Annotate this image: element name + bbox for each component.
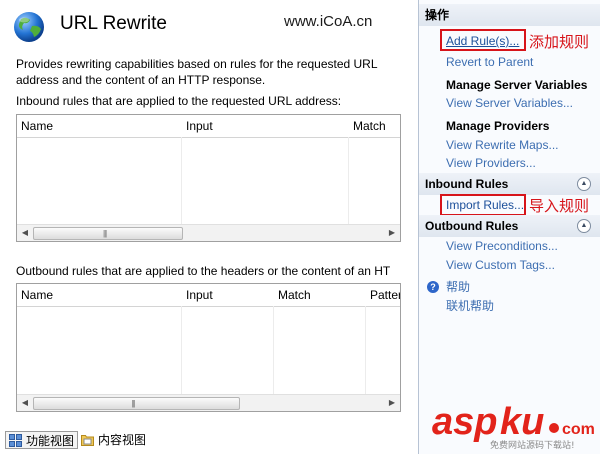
collapse-up-icon[interactable]: ▲	[577, 219, 591, 233]
svg-text:ku: ku	[500, 401, 544, 443]
view-server-variables-link[interactable]: View Server Variables...	[446, 95, 573, 111]
svg-text:asp: asp	[432, 401, 497, 443]
column-divider	[348, 137, 349, 225]
outbound-list-header: Name Input Match Patter	[17, 284, 400, 307]
outbound-rules-section-title: Outbound Rules	[425, 219, 519, 233]
view-preconditions-link[interactable]: View Preconditions...	[446, 238, 558, 254]
online-help-link[interactable]: 联机帮助	[446, 298, 494, 314]
inbound-rules-section-title: Inbound Rules	[425, 177, 509, 191]
revert-to-parent-link[interactable]: Revert to Parent	[446, 54, 533, 70]
view-custom-tags-link[interactable]: View Custom Tags...	[446, 257, 555, 273]
column-header-pattern[interactable]: Patter	[366, 284, 400, 306]
view-switcher: 功能视图 内容视图	[0, 428, 412, 454]
url-rewrite-feature-pane: URL Rewrite www.iCoA.cn Provides rewriti…	[0, 0, 412, 428]
column-header-name[interactable]: Name	[17, 115, 182, 137]
column-header-name[interactable]: Name	[17, 284, 182, 306]
help-link[interactable]: 帮助	[446, 279, 470, 295]
svg-text:com: com	[562, 421, 595, 438]
scroll-left-icon[interactable]: ◀	[17, 225, 33, 241]
grip-icon: |||	[131, 399, 136, 408]
aspku-logo: asp ku com 免费网站源码下载站!	[432, 401, 595, 451]
content-view-label: 内容视图	[98, 433, 147, 447]
actions-pane: 操作 Add Rule(s)... 添加规则 Revert to Parent …	[418, 0, 600, 454]
svg-text:免费网站源码下载站!: 免费网站源码下载站!	[490, 439, 575, 451]
column-header-input[interactable]: Input	[182, 284, 274, 306]
outbound-rules-section[interactable]: Outbound Rules ▲	[419, 215, 600, 237]
import-rules-annotation: 导入规则	[529, 198, 590, 215]
actions-header: 操作	[419, 4, 600, 26]
collapse-up-icon[interactable]: ▲	[577, 177, 591, 191]
scroll-thumb[interactable]: |||	[33, 227, 183, 240]
horizontal-scrollbar[interactable]: ◀ ||| ▶	[17, 224, 400, 241]
column-header-input[interactable]: Input	[182, 115, 349, 137]
column-divider	[273, 306, 274, 394]
help-icon[interactable]: ?	[427, 281, 439, 293]
manage-server-variables-heading: Manage Server Variables	[446, 78, 588, 92]
add-rules-annotation: 添加规则	[529, 34, 590, 51]
feature-description: Provides rewriting capabilities based on…	[16, 57, 378, 87]
feature-view-icon	[9, 434, 22, 447]
add-rules-link[interactable]: Add Rule(s)...	[446, 33, 519, 49]
view-rewrite-maps-link[interactable]: View Rewrite Maps...	[446, 137, 558, 153]
inbound-list-header: Name Input Match	[17, 115, 400, 138]
inbound-rules-list[interactable]: Name Input Match ◀ ||| ▶	[16, 114, 401, 242]
page-title: URL Rewrite	[60, 13, 167, 34]
view-providers-link[interactable]: View Providers...	[446, 155, 536, 171]
scroll-right-icon[interactable]: ▶	[384, 225, 400, 241]
feature-view-tab[interactable]: 功能视图	[5, 431, 79, 449]
content-view-icon	[81, 435, 94, 446]
scroll-left-icon[interactable]: ◀	[17, 395, 33, 411]
scroll-right-icon[interactable]: ▶	[384, 395, 400, 411]
column-header-match[interactable]: Match	[349, 115, 400, 137]
feature-view-label: 功能视图	[26, 434, 75, 448]
manage-providers-heading: Manage Providers	[446, 119, 550, 133]
content-view-tab[interactable]: 内容视图	[78, 431, 149, 449]
column-header-match[interactable]: Match	[274, 284, 366, 306]
column-divider	[181, 137, 182, 225]
column-divider	[181, 306, 182, 394]
inbound-rules-label: Inbound rules that are applied to the re…	[16, 94, 342, 108]
globe-icon	[14, 12, 44, 42]
watermark-text: www.iCoA.cn	[284, 13, 373, 30]
import-rules-link[interactable]: Import Rules...	[446, 197, 524, 213]
scroll-thumb[interactable]: |||	[33, 397, 240, 410]
outbound-rules-list[interactable]: Name Input Match Patter ◀ ||| ▶	[16, 283, 401, 412]
horizontal-scrollbar[interactable]: ◀ ||| ▶	[17, 394, 400, 411]
grip-icon: |||	[103, 229, 107, 238]
inbound-rules-section[interactable]: Inbound Rules ▲	[419, 173, 600, 195]
outbound-rules-label: Outbound rules that are applied to the h…	[16, 264, 391, 278]
column-divider	[365, 306, 366, 394]
